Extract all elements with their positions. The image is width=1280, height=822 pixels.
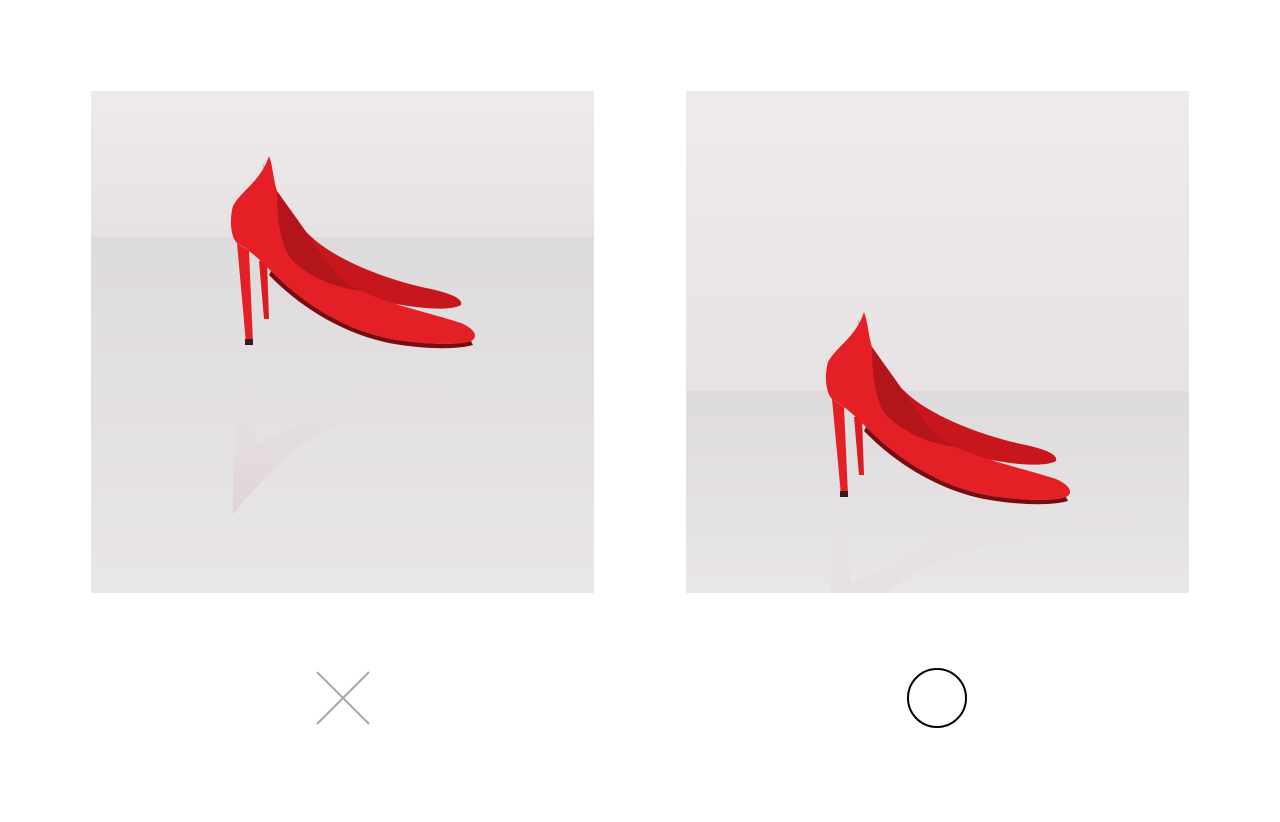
circle-icon xyxy=(907,668,967,728)
red-pumps-image-right xyxy=(686,91,1189,593)
incorrect-verdict xyxy=(313,668,373,728)
correct-verdict xyxy=(907,668,967,728)
incorrect-example-photo xyxy=(91,91,594,593)
red-pumps-image-left xyxy=(91,91,594,593)
x-icon xyxy=(316,671,370,725)
correct-example-photo xyxy=(686,91,1189,593)
